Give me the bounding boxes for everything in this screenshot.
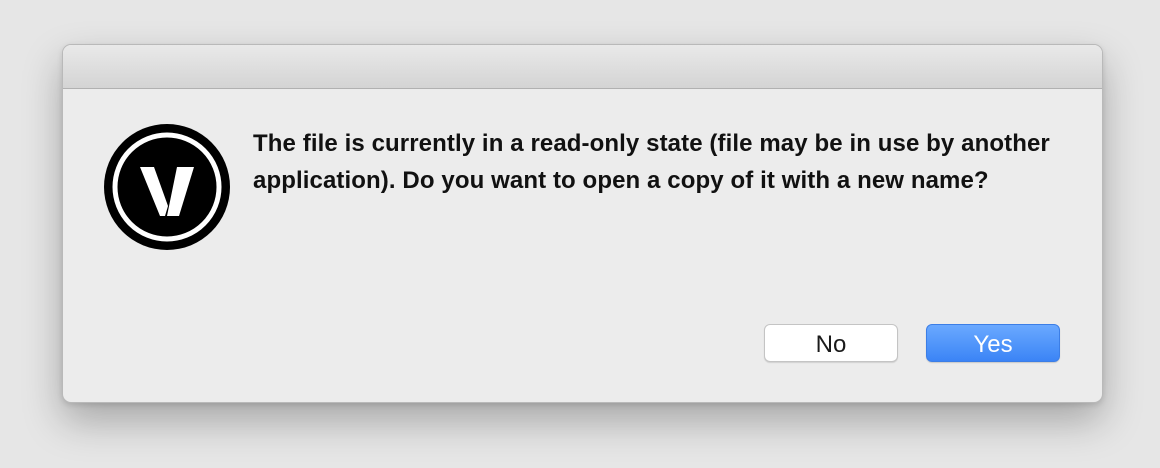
- vectorworks-app-icon: [103, 123, 231, 251]
- yes-button[interactable]: Yes: [926, 324, 1060, 362]
- alert-message: The file is currently in a read-only sta…: [253, 130, 1050, 194]
- no-button[interactable]: No: [764, 324, 898, 362]
- dialog-titlebar[interactable]: [63, 45, 1102, 89]
- alert-dialog: The file is currently in a read-only sta…: [62, 44, 1103, 403]
